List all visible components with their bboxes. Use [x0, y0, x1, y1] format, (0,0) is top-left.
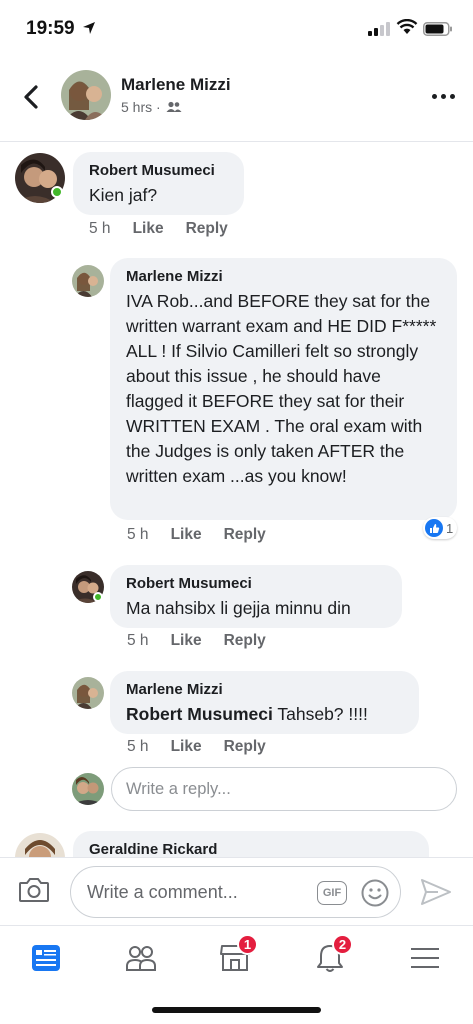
comment-bubble: Robert Musumeci Ma nahsibx li gejja minn…: [110, 565, 402, 628]
current-user-avatar: [72, 773, 104, 805]
notification-badge: 1: [237, 934, 258, 955]
comment-author[interactable]: Marlene Mizzi: [126, 268, 443, 286]
author-name[interactable]: Marlene Mizzi: [121, 75, 231, 95]
comment-placeholder: Write a comment...: [87, 882, 238, 902]
friends-audience-icon: [166, 101, 182, 112]
comment-text: Ma nahsibx li gejja minnu din: [126, 598, 351, 618]
comment-author[interactable]: Robert Musumeci: [126, 575, 388, 593]
comment-author[interactable]: Marlene Mizzi: [126, 681, 405, 699]
online-status-icon: [93, 592, 103, 602]
like-button[interactable]: Like: [133, 220, 164, 238]
reply-button[interactable]: Reply: [224, 632, 266, 650]
notification-badge: 2: [332, 934, 353, 955]
post-meta: 5 hrs ·: [121, 99, 182, 115]
post-header: Marlene Mizzi 5 hrs ·: [0, 58, 473, 142]
comment-input[interactable]: Write a comment... GIF: [70, 866, 401, 918]
like-button[interactable]: Like: [171, 526, 202, 544]
reply-button[interactable]: Reply: [186, 220, 228, 238]
gif-button[interactable]: GIF: [317, 881, 347, 905]
comment-text-body: Tahseb? !!!!: [272, 704, 368, 724]
reply-input[interactable]: Write a reply...: [111, 767, 457, 811]
comment-bubble: Robert Musumeci Kien jaf?: [73, 152, 244, 215]
reaction-summary[interactable]: 1: [423, 517, 458, 539]
comment-text: IVA Rob...and BEFORE they sat for the wr…: [126, 291, 437, 486]
like-reaction-icon: [425, 519, 443, 537]
comment-actions: 5 h Like Reply: [127, 526, 266, 544]
camera-button[interactable]: [18, 876, 50, 909]
online-status-icon: [51, 186, 63, 198]
like-button[interactable]: Like: [171, 738, 202, 756]
comment-author[interactable]: Robert Musumeci: [89, 162, 230, 180]
comment-text: Robert Musumeci Tahseb? !!!!: [126, 702, 405, 727]
tab-bar: 1 2: [0, 925, 473, 1024]
tab-groups[interactable]: [116, 938, 166, 978]
comment-bubble: Marlene Mizzi Robert Musumeci Tahseb? !!…: [110, 671, 419, 734]
author-avatar[interactable]: [61, 70, 111, 120]
like-button[interactable]: Like: [171, 632, 202, 650]
tab-menu[interactable]: [400, 938, 450, 978]
mention-link[interactable]: Robert Musumeci: [126, 704, 273, 724]
groups-icon: [126, 946, 156, 971]
comment-time[interactable]: 5 h: [127, 526, 149, 544]
location-arrow-icon: [83, 22, 95, 34]
hamburger-menu-icon: [411, 948, 439, 968]
comment-actions: 5 h Like Reply: [89, 220, 228, 238]
avatar[interactable]: [72, 677, 104, 709]
status-time: 19:59: [26, 18, 75, 39]
camera-icon: [19, 878, 49, 902]
comment-bubble: Marlene Mizzi IVA Rob...and BEFORE they …: [110, 258, 457, 520]
comment-actions: 5 h Like Reply: [127, 738, 266, 756]
more-options-button[interactable]: [428, 88, 458, 104]
back-button[interactable]: [18, 82, 44, 112]
comment-time[interactable]: 5 h: [127, 632, 149, 650]
home-indicator: [152, 1007, 321, 1013]
tab-marketplace[interactable]: 1: [210, 934, 260, 978]
comment-actions: 5 h Like Reply: [127, 632, 266, 650]
reply-button[interactable]: Reply: [224, 738, 266, 756]
wifi-icon: [396, 19, 418, 34]
reply-button[interactable]: Reply: [224, 526, 266, 544]
send-button[interactable]: [420, 878, 452, 911]
comment-time[interactable]: 5 h: [127, 738, 149, 756]
tab-news-feed[interactable]: [21, 938, 71, 978]
status-bar: 19:59: [0, 0, 473, 58]
comment-text: Kien jaf?: [89, 185, 158, 205]
avatar[interactable]: [72, 265, 104, 297]
emoji-button[interactable]: [360, 878, 390, 913]
cellular-signal-icon: [368, 22, 390, 36]
smiley-icon: [361, 879, 389, 907]
comment-composer: Write a comment... GIF: [0, 857, 473, 925]
reply-placeholder: Write a reply...: [126, 779, 231, 798]
chevron-left-icon: [24, 85, 38, 109]
reaction-count: 1: [446, 520, 454, 536]
comment-time[interactable]: 5 h: [89, 220, 111, 238]
news-feed-icon: [32, 945, 60, 971]
send-icon: [421, 879, 451, 905]
battery-icon: [423, 22, 452, 36]
tab-notifications[interactable]: 2: [305, 934, 355, 978]
post-time: 5 hrs ·: [121, 99, 161, 115]
